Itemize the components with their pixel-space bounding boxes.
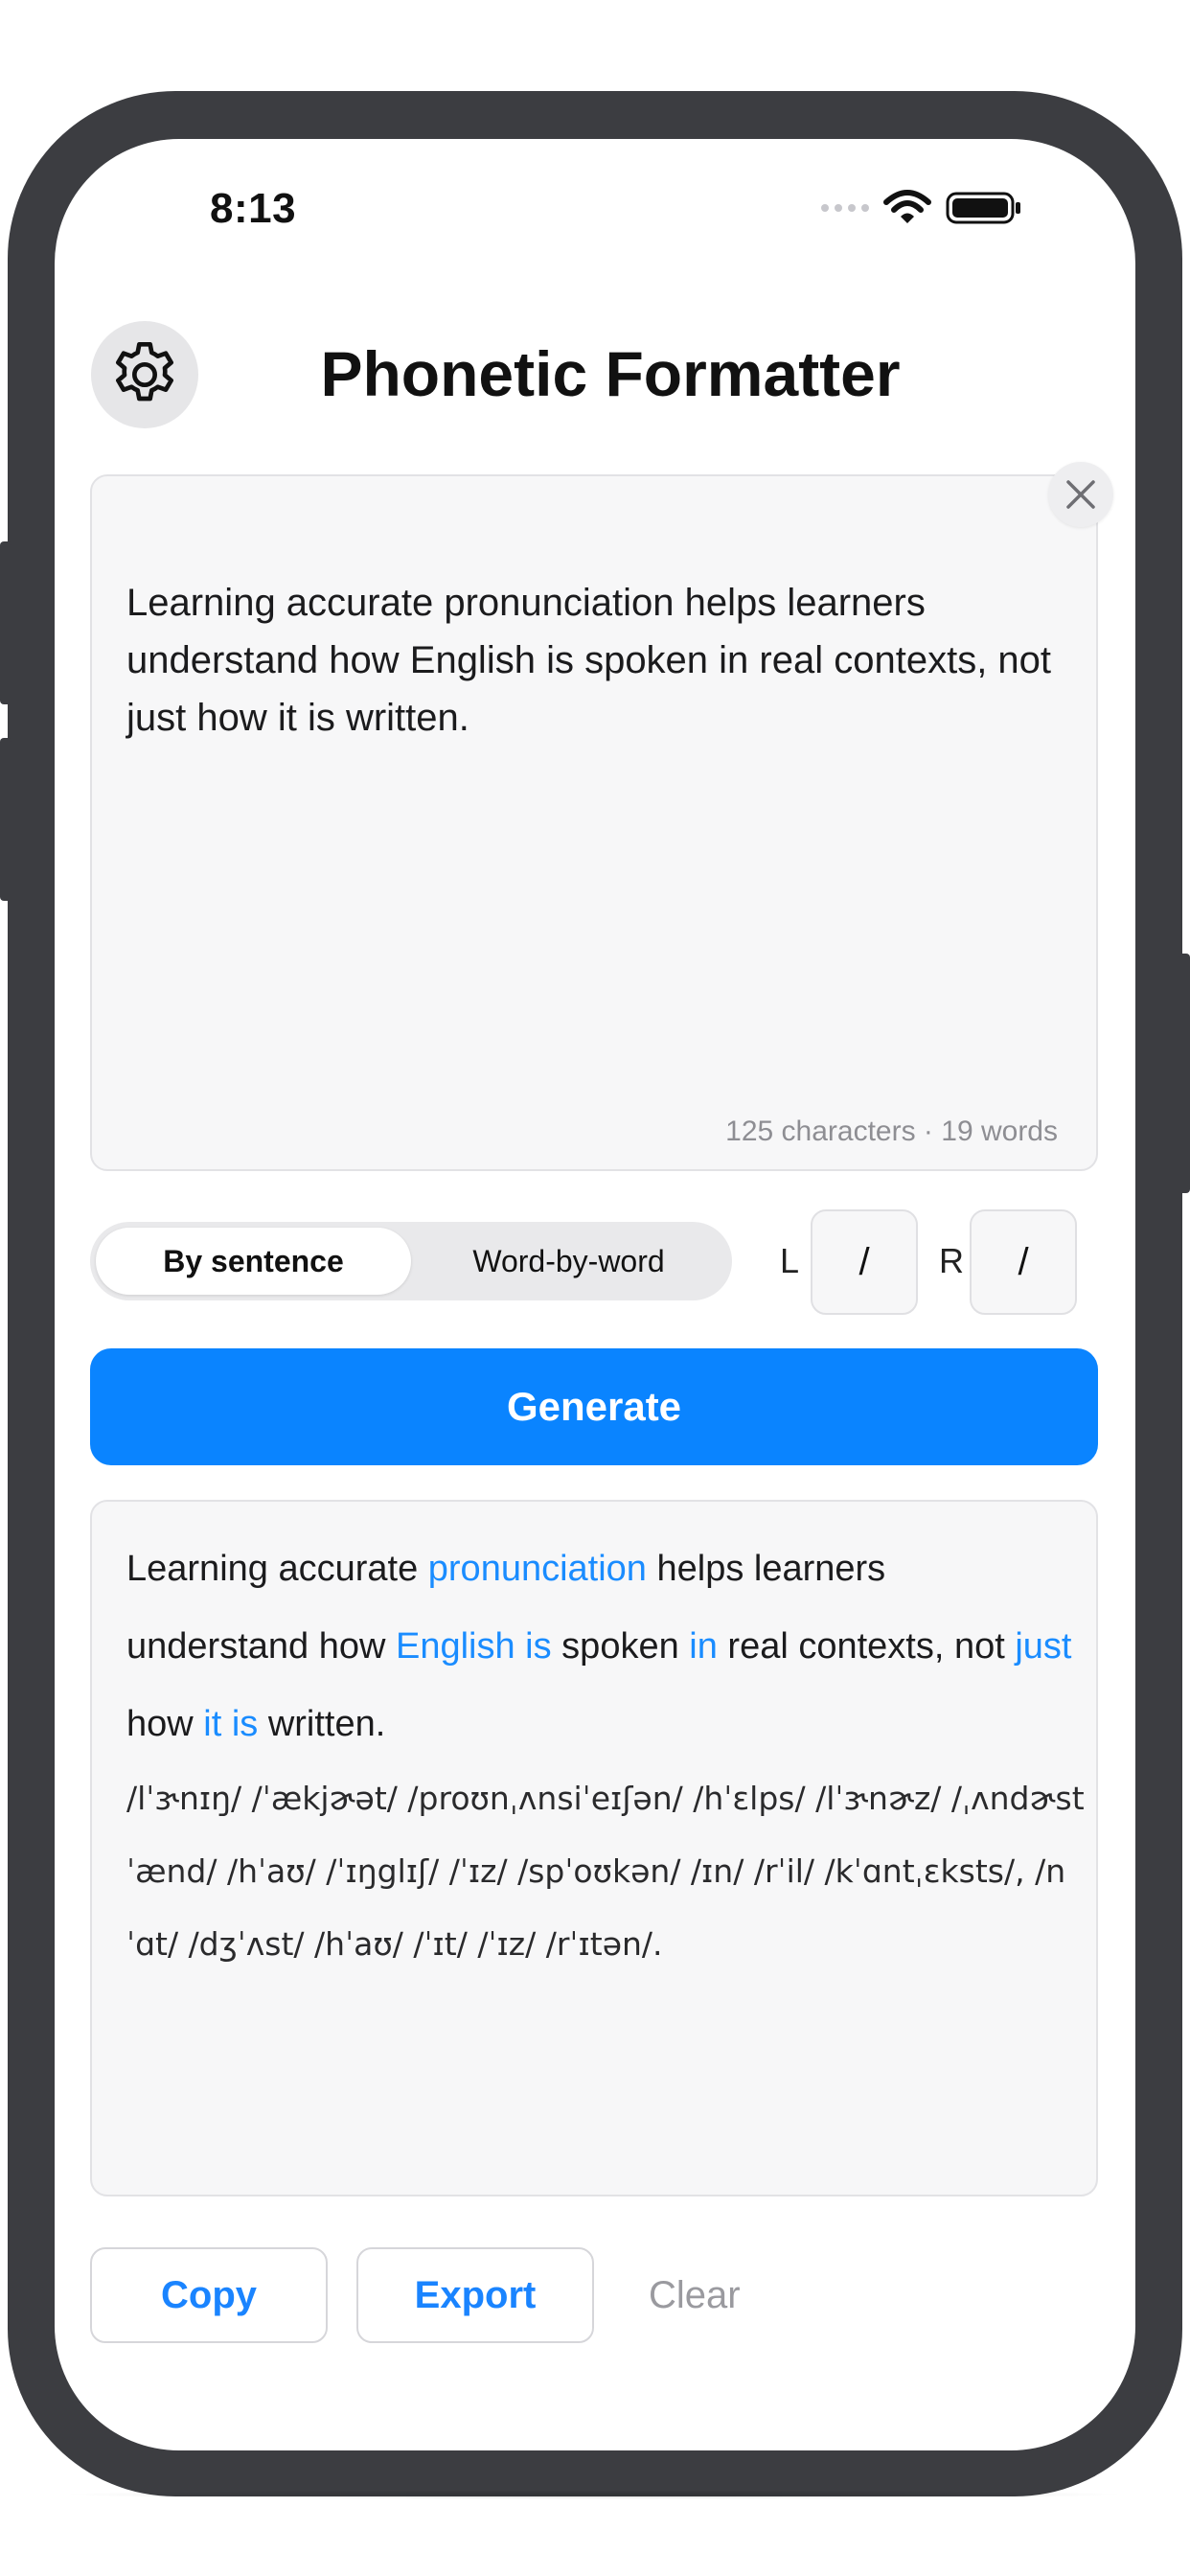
output-sentence: Learning accurate pronunciation helps le… [126,1530,1075,1763]
close-icon [1066,480,1095,509]
highlighted-word: in [689,1626,718,1667]
export-button[interactable]: Export [356,2247,594,2343]
output-text-segment: spoken [551,1626,690,1667]
output-text-segment: how [126,1704,204,1744]
right-delimiter-input[interactable]: / [970,1209,1077,1315]
device-shadow [57,2490,1131,2499]
generate-button[interactable]: Generate [90,1348,1098,1465]
highlighted-word: pronunciation [427,1549,647,1589]
right-delimiter-label: R [939,1241,964,1280]
character-word-counter: 125 characters · 19 words [725,1116,1058,1147]
volume-up-button [0,541,11,704]
output-text-segment: Learning accurate [126,1549,428,1589]
status-time: 8:13 [210,185,297,232]
mode-by-sentence[interactable]: By sentence [96,1228,411,1295]
input-text[interactable]: Learning accurate pronunciation helps le… [126,574,1065,747]
output-text-segment: written. [258,1704,386,1744]
input-text-area[interactable]: Learning accurate pronunciation helps le… [90,474,1098,1171]
volume-down-button [0,738,11,901]
page-title: Phonetic Formatter [320,338,901,409]
ipa-transcription: /lˈɝnɪŋ/ /ˈækjɚət/ /proʊnˌʌnsiˈeɪʃən/ /h… [126,1780,1085,1963]
clear-button[interactable]: Clear [649,2247,741,2343]
mode-word-by-word[interactable]: Word-by-word [411,1228,726,1295]
wifi-icon [883,190,931,223]
copy-button[interactable]: Copy [90,2247,328,2343]
output-panel: Learning accurate pronunciation helps le… [90,1500,1098,2196]
output-text-segment: real contexts, not [717,1626,1016,1667]
app-screen: 8:13 Phonetic Formatter Learning accurat… [55,139,1135,2450]
mode-toggle[interactable]: By sentence Word-by-word [90,1222,732,1300]
battery-icon [946,192,1020,224]
power-button [1179,954,1190,1193]
cellular-signal-icon [821,204,869,212]
clear-input-button[interactable] [1048,462,1113,527]
status-indicators [821,187,1022,229]
highlighted-word: English is [395,1626,552,1667]
gear-icon [116,342,174,402]
settings-button[interactable] [91,321,198,428]
highlighted-word: it is [203,1704,259,1744]
highlighted-word: just [1015,1626,1072,1667]
left-delimiter-label: L [780,1241,800,1280]
left-delimiter-input[interactable]: / [811,1209,918,1315]
